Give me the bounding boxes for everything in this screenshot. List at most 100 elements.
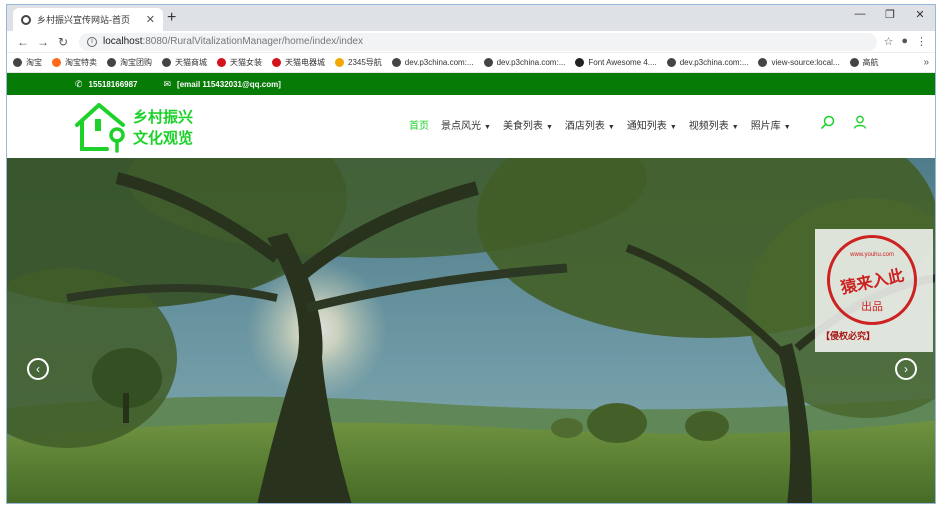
carousel-prev-button[interactable]: ‹	[27, 358, 49, 380]
bookmark-label: dev.p3china.com:...	[404, 58, 474, 67]
url-path: :8080/RuralVitalizationManager/home/inde…	[142, 36, 363, 47]
watermark-title: 猿来入此	[839, 265, 906, 298]
watermark-subtitle: 出品	[861, 300, 883, 313]
tab-title: 乡村振兴宣传网站-首页	[37, 15, 130, 25]
bookmark-label: 天猫商城	[175, 58, 207, 67]
back-button[interactable]: ←	[13, 35, 33, 49]
minimize-button[interactable]: —	[845, 8, 875, 21]
bookmark-item[interactable]: dev.p3china.com:...	[666, 58, 748, 67]
browser-toolbar: ← → ↻ i localhost :8080/RuralVitalizatio…	[7, 31, 935, 53]
bookmark-favicon-icon	[666, 58, 676, 67]
logo-line-2: 文化观览	[133, 129, 194, 147]
site-header: 乡村振兴 文化观览 首页 景点风光 ▼ 美食列表 ▼ 酒店列表 ▼ 通知列表 ▼ 视频列表 ▼ 照片库…	[7, 95, 935, 161]
forward-button[interactable]: →	[33, 35, 53, 49]
bookmark-label: Font Awesome 4....	[588, 58, 657, 67]
tab-close-icon[interactable]: ✕	[146, 13, 155, 26]
bookmark-label: 淘宝特卖	[65, 58, 97, 67]
bookmark-item[interactable]: 淘宝	[13, 57, 42, 68]
nav-item-label: 通知列表	[626, 121, 667, 132]
nav-item[interactable]: 通知列表 ▼	[627, 117, 677, 132]
bookmarks-overflow-button[interactable]: »	[923, 57, 929, 68]
nav-item[interactable]: 酒店列表 ▼	[565, 117, 615, 132]
bookmark-star-icon[interactable]: ☆	[883, 35, 893, 48]
bookmark-item[interactable]: Font Awesome 4....	[575, 58, 657, 67]
profile-icon[interactable]: ●	[901, 35, 908, 48]
bookmark-favicon-icon	[272, 58, 281, 67]
bookmark-item[interactable]: 2345导航	[335, 57, 382, 68]
chevron-down-icon: ▼	[545, 124, 553, 131]
bookmark-item[interactable]: 天猫商城	[162, 57, 207, 68]
window-controls: — ❐ ✕	[845, 8, 935, 21]
bookmark-favicon-icon	[849, 58, 859, 67]
reload-button[interactable]: ↻	[53, 35, 73, 49]
url-host: localhost	[103, 36, 143, 47]
bookmark-item[interactable]: 淘宝特卖	[52, 57, 97, 68]
nav-item[interactable]: 视频列表 ▼	[689, 117, 739, 132]
close-window-button[interactable]: ✕	[905, 8, 935, 21]
bookmark-item[interactable]: view-source:local...	[758, 58, 840, 67]
header-actions	[821, 115, 867, 129]
bookmark-label: 2345导航	[348, 58, 382, 67]
bookmark-item[interactable]: 淘宝团购	[107, 57, 152, 68]
hero-landscape-image	[7, 158, 935, 503]
bookmark-label: 淘宝	[26, 58, 42, 67]
phone-icon: ✆	[75, 78, 83, 89]
nav-item-label: 美食列表	[502, 121, 543, 132]
bookmark-favicon-icon	[52, 58, 61, 67]
browser-menu-icon[interactable]: ⋮	[916, 35, 927, 48]
house-logo-icon	[75, 103, 125, 153]
site-logo[interactable]: 乡村振兴 文化观览	[73, 101, 193, 155]
watermark-footer: 【侵权必究】	[821, 332, 876, 342]
chevron-down-icon: ▼	[607, 124, 615, 131]
nav-item-label: 首页	[409, 121, 429, 132]
bookmark-item[interactable]: 天猫电器城	[272, 57, 325, 68]
email-icon: ✉	[163, 78, 172, 89]
bookmarks-bar: 淘宝 淘宝特卖 淘宝团购 天猫商城 天猫女装 天猫电器城 2345导航 dev.p3china…	[7, 53, 935, 73]
address-bar[interactable]: i localhost :8080/RuralVitalizationManag…	[79, 32, 878, 51]
bookmark-favicon-icon	[483, 58, 493, 67]
bookmark-favicon-icon	[575, 58, 585, 67]
chevron-down-icon: ▼	[669, 124, 677, 131]
bookmark-favicon-icon	[391, 58, 401, 67]
bookmark-item[interactable]: 天猫女装	[217, 57, 262, 68]
nav-item-label: 景点风光	[441, 121, 481, 132]
nav-item[interactable]: 照片库 ▼	[751, 117, 791, 132]
bookmark-favicon-icon	[162, 58, 171, 67]
user-icon[interactable]	[853, 115, 867, 129]
maximize-button[interactable]: ❐	[875, 8, 905, 21]
browser-tab[interactable]: 乡村振兴宣传网站-首页 ✕	[13, 8, 163, 31]
bookmark-favicon-icon	[217, 58, 226, 67]
bookmark-item[interactable]: dev.p3china.com:...	[483, 58, 565, 67]
bookmark-item[interactable]: 高航	[849, 57, 879, 68]
nav-item-label: 酒店列表	[564, 121, 605, 132]
nav-item[interactable]: 景点风光 ▼	[441, 117, 491, 132]
site-info-icon[interactable]: i	[87, 36, 97, 47]
bookmark-item[interactable]: dev.p3china.com:...	[391, 58, 474, 67]
nav-item-label: 照片库	[750, 121, 781, 132]
new-tab-button[interactable]: +	[167, 10, 176, 26]
contact-email: [email 115432031@qq.com]	[177, 79, 281, 89]
bookmark-label: 淘宝团购	[120, 58, 152, 67]
tab-favicon-icon	[21, 14, 31, 25]
nav-item-label: 视频列表	[688, 121, 729, 132]
contact-phone: 15518166987	[88, 79, 138, 89]
hero-carousel[interactable]: ‹ ›	[7, 158, 935, 503]
chevron-down-icon: ▼	[783, 124, 791, 131]
logo-line-1: 乡村振兴	[133, 108, 194, 126]
nav-item[interactable]: 美食列表 ▼	[503, 117, 553, 132]
bookmark-favicon-icon	[758, 58, 768, 67]
chevron-down-icon: ▼	[484, 124, 491, 131]
watermark-stamp: www.youhu.com 猿来入此 出品 【侵权必究】	[815, 229, 933, 352]
bookmark-favicon-icon	[335, 58, 344, 67]
tab-strip: 乡村振兴宣传网站-首页 ✕ + — ❐ ✕	[7, 5, 935, 31]
contact-bar: ✆ 15518166987 ✉ [email 115432031@qq.com]	[7, 73, 935, 95]
search-icon[interactable]	[821, 115, 835, 129]
watermark-url: www.youhu.com	[850, 252, 894, 258]
main-nav: 首页 景点风光 ▼ 美食列表 ▼ 酒店列表 ▼ 通知列表 ▼ 视频列表 ▼ 照片库 ▼	[409, 117, 803, 132]
bookmark-label: 天猫电器城	[285, 58, 325, 67]
nav-item[interactable]: 首页	[409, 117, 429, 132]
carousel-next-button[interactable]: ›	[895, 358, 917, 380]
bookmark-favicon-icon	[107, 58, 116, 67]
bookmark-label: 天猫女装	[230, 58, 262, 67]
bookmark-label: 高航	[862, 58, 879, 67]
